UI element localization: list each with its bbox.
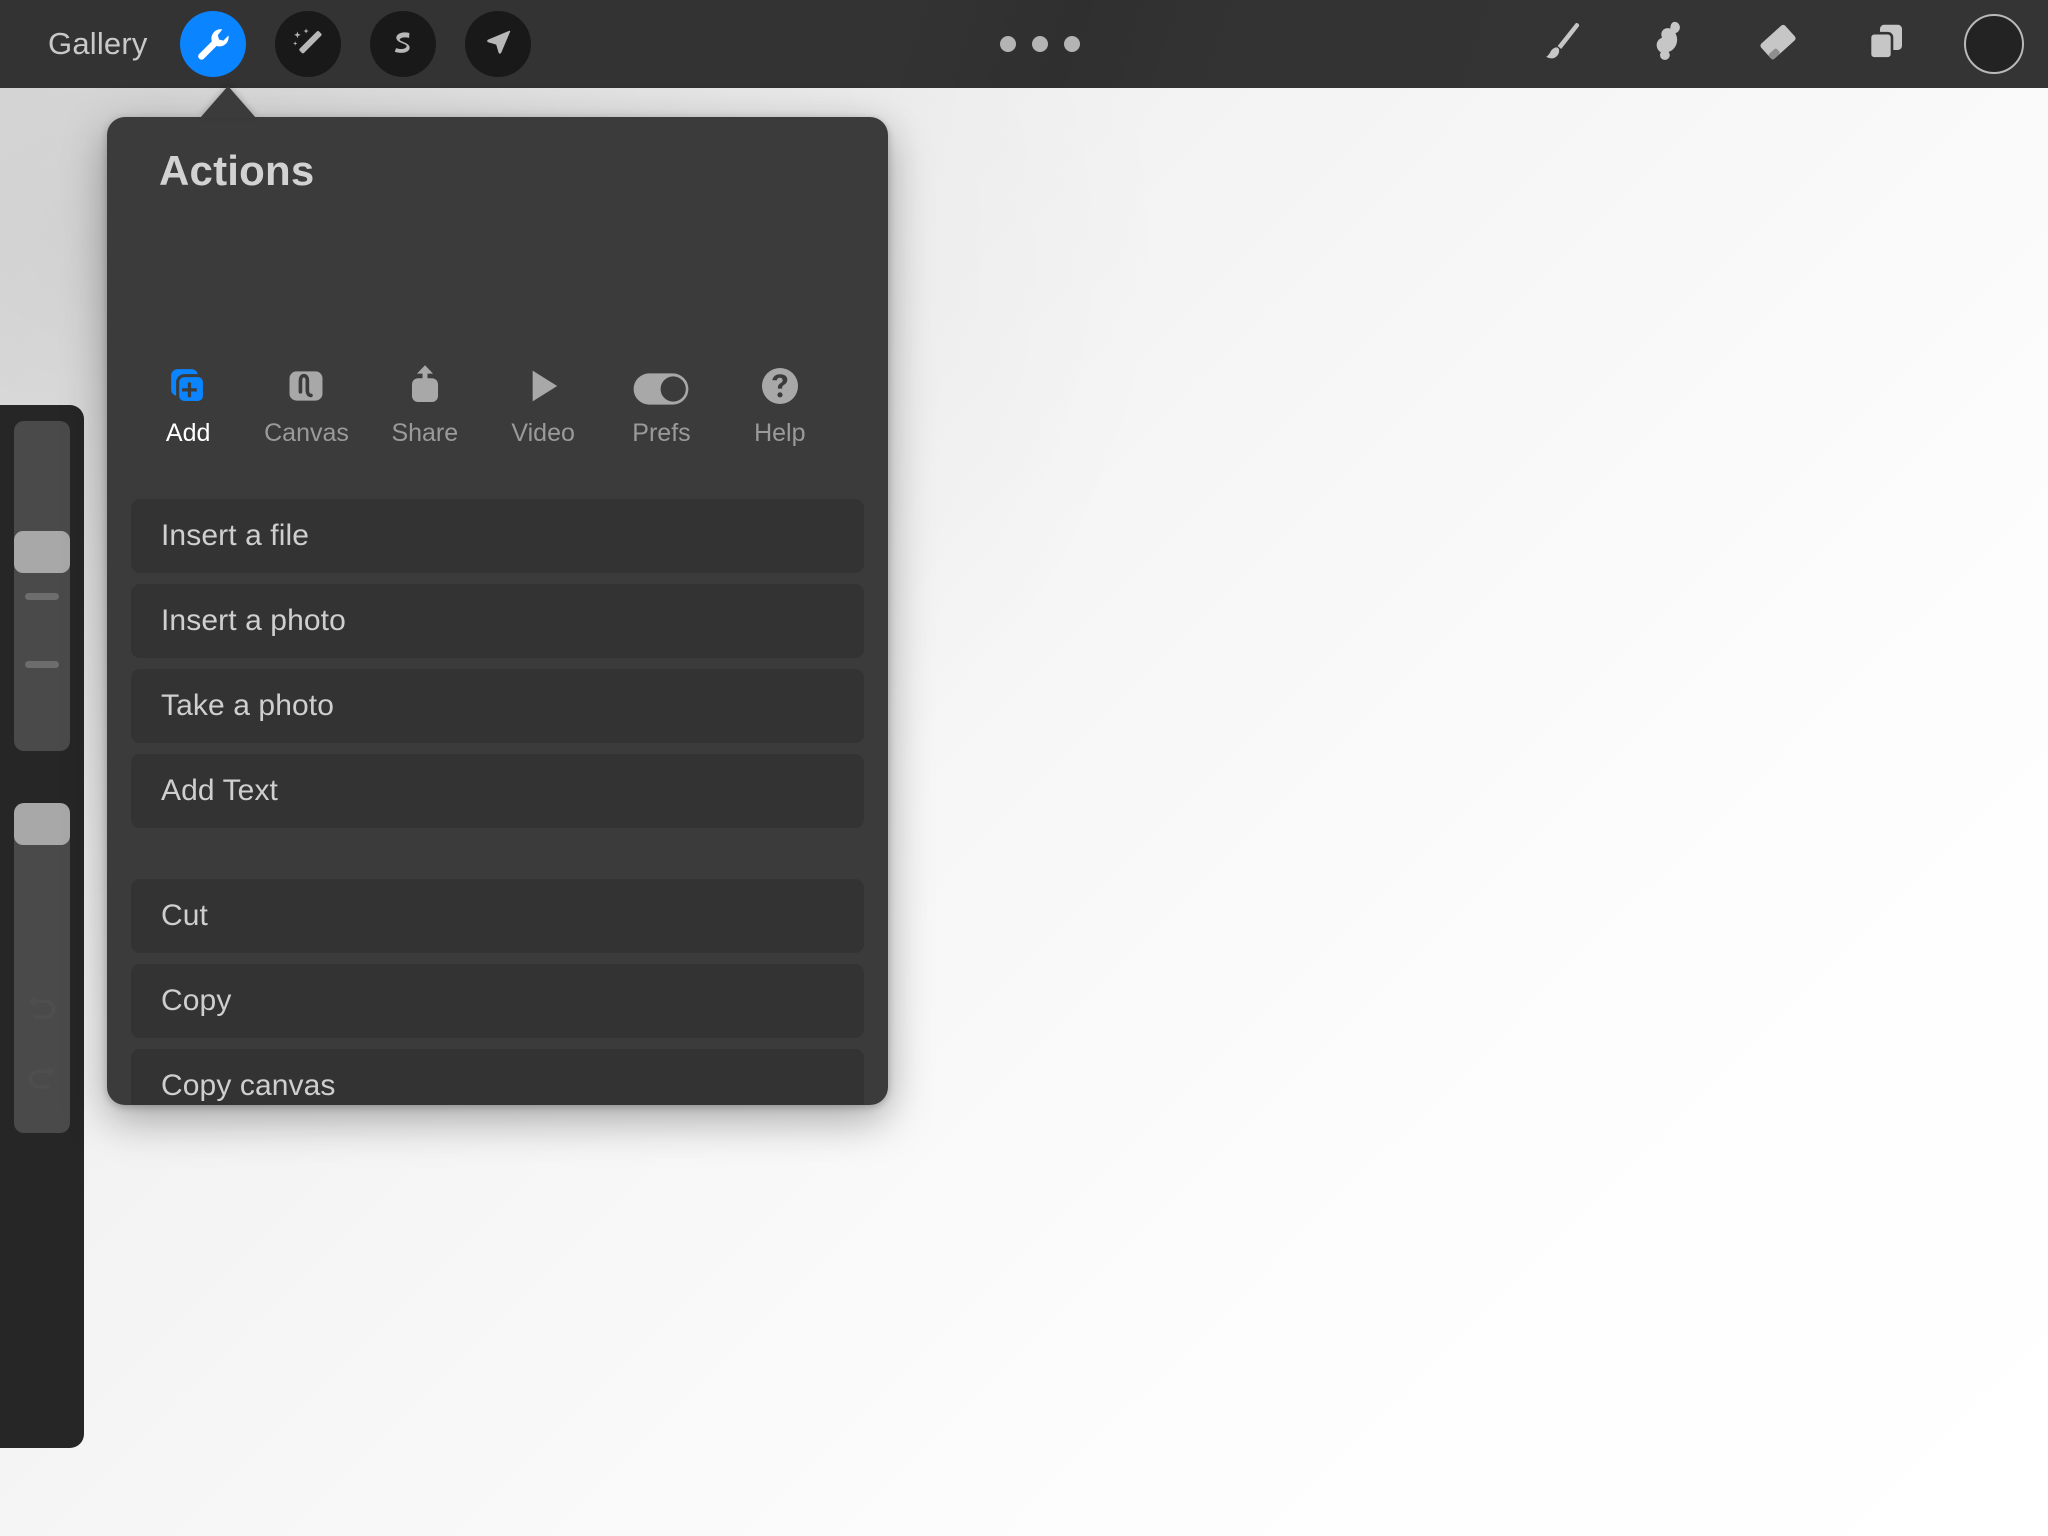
menu-item-label: Add Text [161, 774, 278, 807]
wrench-icon [193, 24, 233, 64]
tab-prefs-label: Prefs [632, 419, 691, 447]
tab-prefs[interactable]: Prefs [602, 357, 720, 448]
selection-tool-button[interactable] [370, 11, 436, 77]
paintbrush-icon [1537, 17, 1587, 72]
gallery-button[interactable]: Gallery [36, 0, 160, 88]
magic-wand-icon [289, 25, 327, 63]
popover-pointer [200, 86, 256, 118]
share-upload-icon [402, 357, 448, 409]
tab-add-label: Add [165, 419, 211, 447]
gallery-label: Gallery [48, 26, 148, 61]
menu-item-label: Cut [161, 899, 208, 932]
tab-video-label: Video [511, 419, 575, 447]
toggle-switch-icon [632, 357, 690, 409]
menu-item-label: Copy canvas [161, 1069, 336, 1102]
actions-tab-bar: Add Canvas Share Video Prefs Help [129, 357, 839, 448]
menu-item-label: Insert a file [161, 519, 310, 552]
smudge-tool-button[interactable] [1616, 0, 1724, 88]
opacity-slider-thumb[interactable] [14, 803, 70, 845]
menu-item-label: Copy [161, 984, 232, 1017]
dot-1 [1000, 36, 1016, 52]
page-title: Actions [159, 147, 315, 194]
left-sidebar [0, 405, 84, 1448]
menu-item-label: Take a photo [161, 689, 334, 722]
tab-canvas-label: Canvas [264, 419, 349, 447]
transform-tool-button[interactable] [465, 11, 531, 77]
tab-share[interactable]: Share [366, 357, 484, 448]
tab-help-label: Help [754, 419, 806, 447]
tab-video[interactable]: Video [484, 357, 602, 448]
adjustments-tool-button[interactable] [275, 11, 341, 77]
erase-tool-button[interactable] [1724, 0, 1832, 88]
slider-tick-lower [25, 661, 59, 668]
redo-button[interactable] [15, 1050, 69, 1104]
tab-canvas[interactable]: Canvas [247, 357, 365, 448]
overflow-menu-button[interactable] [1000, 19, 1080, 69]
color-swatch [1964, 14, 2024, 74]
question-mark-icon [757, 357, 803, 409]
eraser-icon [1753, 17, 1803, 72]
right-tool-group [1508, 0, 2048, 88]
menu-item-add-text[interactable]: Add Text [131, 754, 864, 828]
tab-help[interactable]: Help [721, 357, 839, 448]
menu-item-take-a-photo[interactable]: Take a photo [131, 669, 864, 743]
color-button[interactable] [1940, 0, 2048, 88]
dot-3 [1064, 36, 1080, 52]
arrow-transform-icon [480, 26, 516, 62]
add-layers-plus-icon [165, 357, 211, 409]
undo-button[interactable] [15, 980, 69, 1034]
paint-tool-button[interactable] [1508, 0, 1616, 88]
insert-group: Insert a file Insert a photo Take a phot… [131, 499, 864, 839]
canvas-curve-icon [283, 357, 329, 409]
menu-item-label: Insert a photo [161, 604, 346, 637]
layers-icon [1862, 18, 1910, 71]
menu-item-insert-a-file[interactable]: Insert a file [131, 499, 864, 573]
menu-item-copy[interactable]: Copy [131, 964, 864, 1038]
menu-item-cut[interactable]: Cut [131, 879, 864, 953]
brush-size-slider[interactable] [14, 421, 70, 751]
actions-tool-button[interactable] [180, 11, 246, 77]
app-root: Gallery Actions Add Canvas Share Video P… [0, 0, 2048, 1536]
slider-tick-upper [25, 593, 59, 600]
dot-2 [1032, 36, 1048, 52]
clipboard-group: Cut Copy Copy canvas Paste [131, 879, 864, 1105]
brush-size-slider-thumb[interactable] [14, 531, 70, 573]
smudge-icon [1645, 17, 1695, 72]
menu-item-copy-canvas[interactable]: Copy canvas [131, 1049, 864, 1105]
menu-item-insert-a-photo[interactable]: Insert a photo [131, 584, 864, 658]
selection-s-icon [386, 27, 420, 61]
tab-add[interactable]: Add [129, 357, 247, 448]
tab-share-label: Share [391, 419, 459, 447]
layers-button[interactable] [1832, 0, 1940, 88]
actions-popover: Actions Add Canvas Share Video Prefs Hel… [107, 117, 888, 1105]
top-toolbar: Gallery [0, 0, 2048, 88]
play-triangle-icon [520, 357, 566, 409]
